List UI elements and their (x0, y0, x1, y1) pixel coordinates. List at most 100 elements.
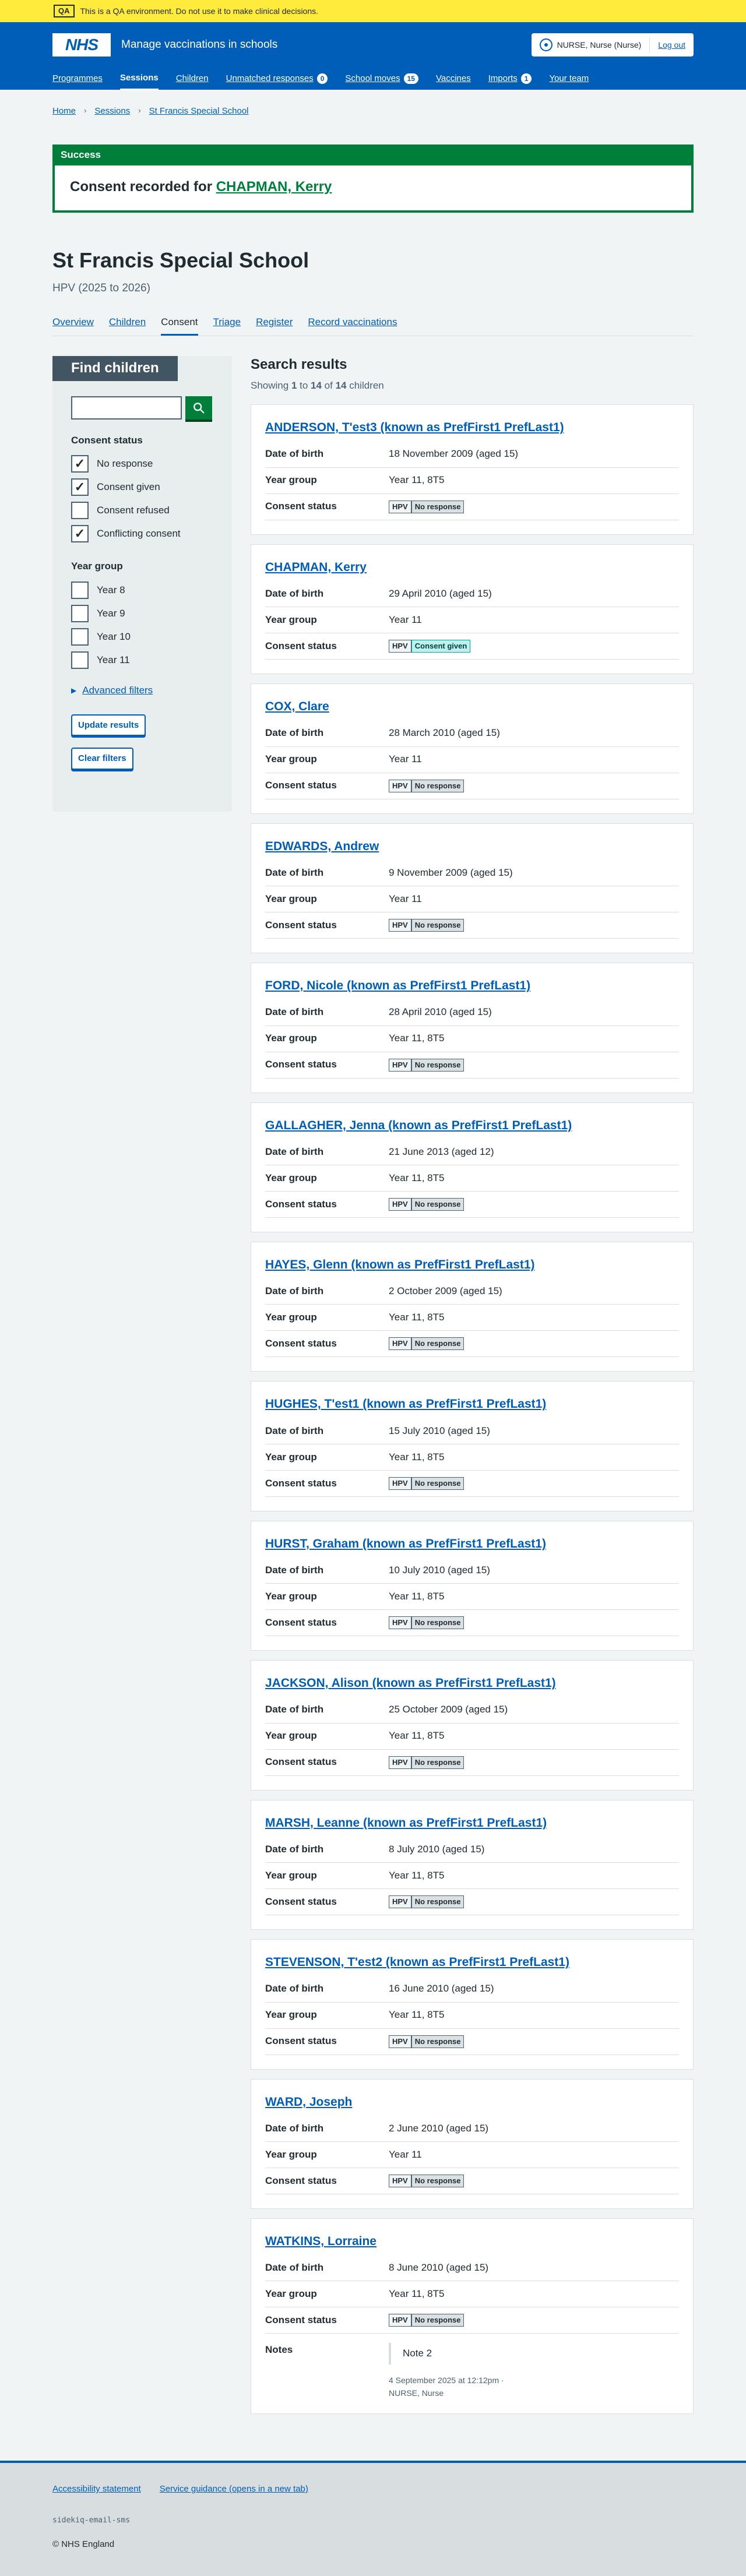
tab-register[interactable]: Register (256, 313, 293, 336)
date-of-birth-label: Date of birth (265, 1146, 324, 1157)
nav-item-vaccines[interactable]: Vaccines (436, 68, 471, 90)
child-name-link[interactable]: HAYES, Glenn (known as PrefFirst1 PrefLa… (265, 1256, 679, 1274)
consent-status-row: Consent status HPV No response (265, 1331, 679, 1358)
advanced-filters-link[interactable]: Advanced filters (82, 683, 153, 698)
checkbox-checked[interactable]: ✓ (71, 525, 89, 543)
date-of-birth-value: 16 June 2010 (aged 15) (389, 1983, 494, 1994)
child-name-link[interactable]: COX, Clare (265, 698, 679, 716)
nav-item-school-moves[interactable]: School moves 15 (345, 68, 418, 90)
tab-overview[interactable]: Overview (52, 313, 94, 336)
tick-icon: ✓ (74, 526, 86, 541)
checkbox-checked[interactable]: ✓ (71, 455, 89, 473)
child-name-link[interactable]: FORD, Nicole (known as PrefFirst1 PrefLa… (265, 977, 679, 995)
checkbox-unchecked[interactable] (71, 651, 89, 669)
search-input[interactable] (71, 396, 182, 420)
checkbox-label: No response (97, 458, 153, 470)
consent-status-label: Consent status (265, 2035, 337, 2047)
child-name-link[interactable]: HURST, Graham (known as PrefFirst1 PrefL… (265, 1535, 679, 1553)
child-name-link[interactable]: GALLAGHER, Jenna (known as PrefFirst1 Pr… (265, 1117, 679, 1134)
nav-item-imports[interactable]: Imports 1 (488, 68, 532, 90)
tab-record-vaccinations[interactable]: Record vaccinations (308, 313, 397, 336)
filters-panel: Find children Consent status ✓ No respons… (52, 355, 232, 812)
date-of-birth-label: Date of birth (265, 1704, 324, 1715)
breadcrumb-sessions[interactable]: Sessions (94, 105, 130, 118)
consent-status-label: Consent status (265, 780, 337, 791)
nav-item-sessions[interactable]: Sessions (119, 67, 159, 91)
tab-triage[interactable]: Triage (213, 313, 241, 336)
year-group-value: Year 11, 8T5 (389, 1032, 445, 1044)
child-name-link[interactable]: ANDERSON, T'est3 (known as PrefFirst1 Pr… (265, 419, 679, 436)
consent-status-row: Consent status HPV No response (265, 1192, 679, 1218)
consent-status-label: Consent status (265, 919, 337, 931)
date-of-birth-label: Date of birth (265, 587, 324, 599)
footer-link-service-guidance-opens-in-a-new-tab[interactable]: Service guidance (opens in a new tab) (160, 2483, 308, 2496)
nav-item-children[interactable]: Children (176, 68, 209, 90)
checkbox-unchecked[interactable] (71, 628, 89, 646)
logout-link[interactable]: Log out (658, 39, 685, 51)
search-results: Search results Showing 1 to 14 of 14 chi… (251, 356, 694, 2423)
tab-children[interactable]: Children (109, 313, 146, 336)
checkbox-year-11[interactable]: Year 11 (71, 649, 213, 672)
consent-status-row: Consent status HPV No response (265, 1052, 679, 1079)
footer-link-accessibility-statement[interactable]: Accessibility statement (52, 2483, 141, 2496)
consent-status-badge: No response (411, 2314, 465, 2327)
year-group-row: Year group Year 11, 8T5 (265, 1305, 679, 1331)
year-group-value: Year 11, 8T5 (389, 1312, 445, 1323)
year-group-value: Year 11 (389, 893, 422, 904)
success-child-link[interactable]: CHAPMAN, Kerry (216, 179, 332, 195)
consent-status-badge: No response (411, 1476, 465, 1490)
checkbox-consent-given[interactable]: ✓ Consent given (71, 475, 213, 499)
child-name-link[interactable]: WATKINS, Lorraine (265, 2233, 679, 2250)
child-name-link[interactable]: JACKSON, Alison (known as PrefFirst1 Pre… (265, 1675, 679, 1692)
year-group-row: Year group Year 11, 8T5 (265, 1863, 679, 1890)
child-name-link[interactable]: MARSH, Leanne (known as PrefFirst1 PrefL… (265, 1814, 679, 1832)
clear-filters-button[interactable]: Clear filters (71, 748, 133, 770)
year-group-row: Year group Year 11 (265, 607, 679, 634)
consent-status-label: Consent status (265, 1895, 337, 1907)
checkbox-no-response[interactable]: ✓ No response (71, 452, 213, 475)
year-group-row: Year group Year 11, 8T5 (265, 468, 679, 494)
nav-item-programmes[interactable]: Programmes (52, 68, 103, 90)
checkbox-year-9[interactable]: Year 9 (71, 602, 213, 625)
checkbox-label: Consent given (97, 481, 160, 493)
update-results-button[interactable]: Update results (71, 714, 146, 736)
checkbox-unchecked[interactable] (71, 582, 89, 599)
child-name-link[interactable]: STEVENSON, T'est2 (known as PrefFirst1 P… (265, 1954, 679, 1971)
child-card: ANDERSON, T'est3 (known as PrefFirst1 Pr… (251, 404, 694, 535)
child-card: MARSH, Leanne (known as PrefFirst1 PrefL… (251, 1799, 694, 1930)
breadcrumb-home[interactable]: Home (52, 105, 76, 118)
child-name-link[interactable]: CHAPMAN, Kerry (265, 559, 679, 576)
consent-status-badge: No response (411, 1197, 465, 1211)
programme-tag: HPV (389, 1337, 411, 1351)
child-card: HUGHES, T'est1 (known as PrefFirst1 Pref… (251, 1381, 694, 1511)
date-of-birth-row: Date of birth 8 June 2010 (aged 15) (265, 2255, 679, 2282)
checkbox-unchecked[interactable] (71, 502, 89, 520)
child-name-link[interactable]: HUGHES, T'est1 (known as PrefFirst1 Pref… (265, 1396, 679, 1413)
checkbox-unchecked[interactable] (71, 605, 89, 622)
checkbox-year-10[interactable]: Year 10 (71, 625, 213, 649)
child-name-link[interactable]: EDWARDS, Andrew (265, 838, 679, 855)
checkbox-year-8[interactable]: Year 8 (71, 579, 213, 602)
search-icon (193, 402, 205, 414)
date-of-birth-row: Date of birth 18 November 2009 (aged 15) (265, 442, 679, 468)
checkbox-label: Year 9 (97, 607, 125, 619)
search-button[interactable] (185, 396, 212, 420)
account-divider (649, 37, 650, 52)
child-name-link[interactable]: WARD, Joseph (265, 2094, 679, 2111)
checkbox-checked[interactable]: ✓ (71, 478, 89, 496)
year-group-label: Year group (265, 1451, 317, 1463)
breadcrumb-st-francis-special-school[interactable]: St Francis Special School (149, 105, 249, 118)
date-of-birth-value: 10 July 2010 (aged 15) (389, 1564, 490, 1576)
programme-tag: HPV (389, 1476, 411, 1490)
year-group-row: Year group Year 11, 8T5 (265, 1724, 679, 1750)
nav-item-unmatched-responses[interactable]: Unmatched responses 0 (226, 68, 328, 90)
advanced-filters-toggle[interactable]: ▶ Advanced filters (71, 683, 213, 698)
nhs-logo[interactable]: NHS (52, 33, 111, 57)
nav-item-your-team[interactable]: Your team (549, 68, 589, 90)
checkbox-conflicting-consent[interactable]: ✓ Conflicting consent (71, 522, 213, 545)
consent-status-row: Consent status HPV No response (265, 2029, 679, 2055)
status-tags: HPV No response (389, 1476, 465, 1490)
tab-consent[interactable]: Consent (161, 313, 198, 336)
service-name[interactable]: Manage vaccinations in schools (121, 37, 277, 53)
checkbox-consent-refused[interactable]: Consent refused (71, 499, 213, 522)
